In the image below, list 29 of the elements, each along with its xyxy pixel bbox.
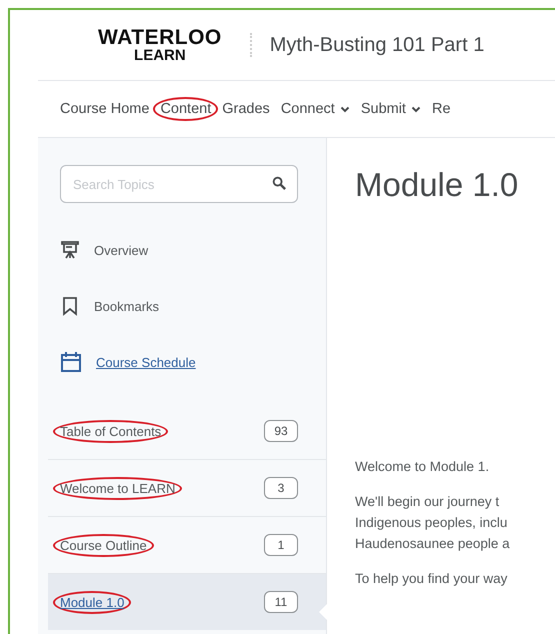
nav-link[interactable]: Course Home bbox=[60, 101, 150, 117]
paragraph: To help you find your way bbox=[355, 570, 508, 588]
nav-link[interactable]: Submit bbox=[360, 101, 421, 117]
bookmark-icon bbox=[60, 296, 80, 316]
module-link[interactable]: Module 1.0 bbox=[53, 590, 132, 614]
paragraph: Welcome to Module 1. bbox=[355, 458, 490, 476]
nav-link[interactable]: Re bbox=[432, 101, 451, 117]
selected-row[interactable]: Module 1.0 11 bbox=[48, 573, 326, 630]
topic-count: 93 bbox=[264, 420, 298, 442]
topic-count: 1 bbox=[264, 534, 298, 556]
schedule-link[interactable]: Course Schedule bbox=[96, 354, 196, 370]
topic-count: 11 bbox=[264, 591, 298, 613]
presentation-board-icon bbox=[60, 240, 80, 260]
paragraph: We'll begin our journey t Indigenous peoples, inclu Haudenosaunee people a bbox=[355, 493, 511, 553]
sidebar-item[interactable]: Bookmarks bbox=[94, 298, 160, 314]
module-link[interactable]: Course Outline bbox=[53, 534, 154, 556]
sidebar-item[interactable]: Overview bbox=[94, 242, 148, 258]
page-title: Module 1.0 bbox=[355, 166, 520, 204]
nav-link[interactable]: Connect bbox=[280, 101, 350, 117]
nav-link[interactable]: Content bbox=[153, 97, 218, 121]
module-link[interactable]: Welcome to LEARN bbox=[53, 476, 182, 500]
search-field[interactable]: Search Topics bbox=[60, 165, 298, 203]
course-title: Myth-Busting 101 Part 1 bbox=[270, 34, 484, 56]
topic-count: 3 bbox=[264, 477, 298, 499]
calendar-icon bbox=[60, 351, 82, 373]
logo[interactable]: WATERLOO LEARN bbox=[98, 27, 222, 63]
search-icon bbox=[272, 176, 287, 191]
module-link[interactable]: Table of Contents bbox=[53, 420, 168, 442]
nav-link[interactable]: Grades bbox=[222, 101, 270, 117]
